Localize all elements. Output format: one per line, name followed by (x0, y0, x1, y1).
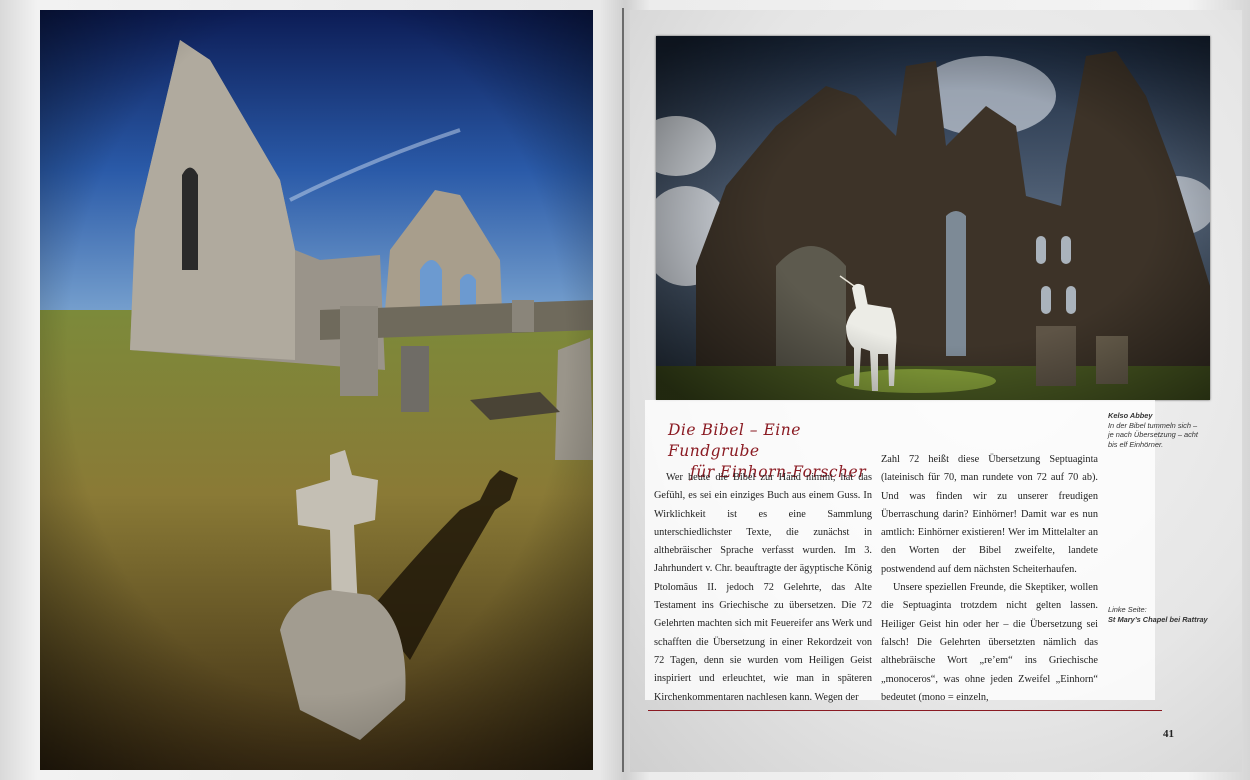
caption-text: St Mary’s Chapel bei Rattray (1108, 614, 1208, 624)
book-spread: Die Bibel – Eine Fundgrube für Einhorn-F… (0, 0, 1250, 780)
right-page-photo (656, 36, 1210, 400)
text-column-1: Wer heute die Bibel zur Hand nimmt, hat … (654, 469, 872, 707)
caption-title: Kelso Abbey (1108, 411, 1153, 420)
paragraph: Zahl 72 heißt diese Übersetzung Septuagi… (881, 454, 1098, 575)
caption-text: In der Bibel tummeln sich – je nach Über… (1108, 420, 1198, 449)
footer-rule (648, 710, 1162, 711)
photo-caption-kelso-abbey: Kelso Abbey In der Bibel tummeln sich – … (1108, 411, 1204, 449)
chapter-title-line-1: Die Bibel – Eine Fundgrube (668, 421, 801, 460)
photo-caption-left-page: Linke Seite: St Mary’s Chapel bei Rattra… (1108, 605, 1218, 624)
text-column-2: Zahl 72 heißt diese Übersetzung Septuagi… (881, 451, 1098, 707)
page-number: 41 (1163, 728, 1174, 740)
left-page-photo (40, 10, 593, 770)
book-gutter (622, 8, 624, 772)
kelso-abbey-unicorn-image (656, 36, 1210, 400)
paragraph: Wer heute die Bibel zur Hand nimmt, hat … (654, 472, 872, 703)
caption-title: Linke Seite: (1108, 605, 1147, 614)
paragraph: Unsere speziellen Freunde, die Skeptiker… (881, 582, 1098, 703)
chapel-ruin-image (40, 10, 593, 770)
